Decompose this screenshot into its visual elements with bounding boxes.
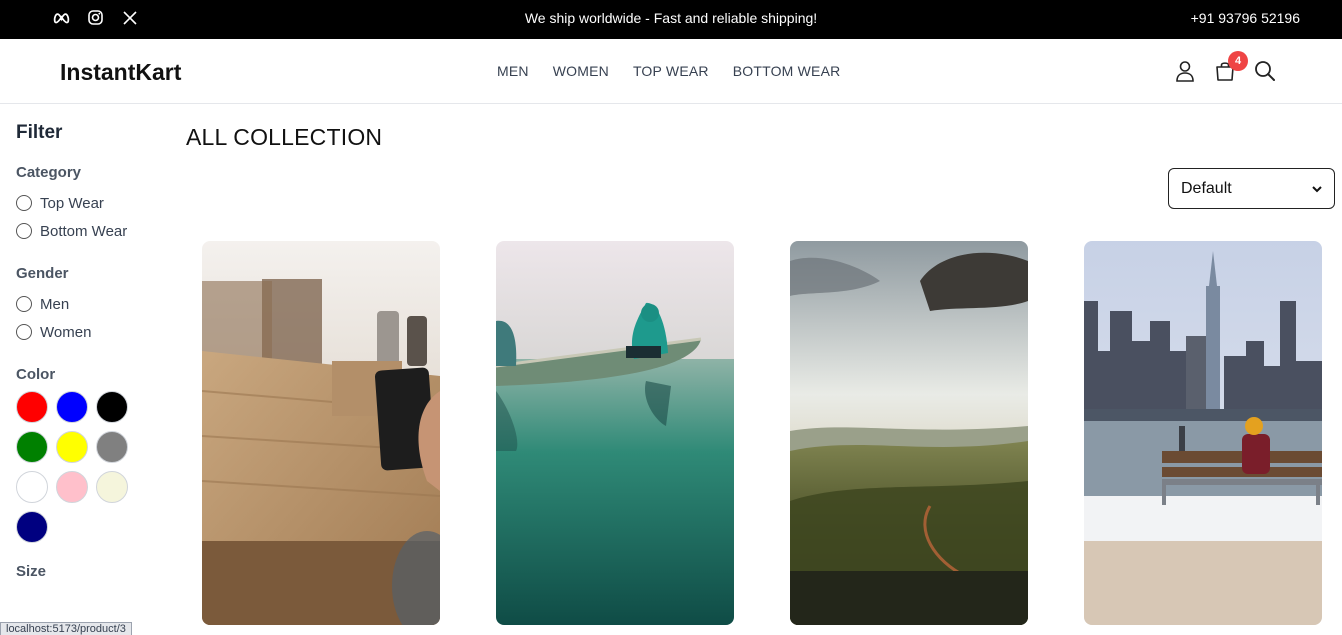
option-label: Bottom Wear xyxy=(40,222,128,240)
category-filter: Category Top Wear Bottom Wear xyxy=(16,164,166,245)
brand-logo[interactable]: InstantKart xyxy=(60,59,181,86)
color-swatch[interactable] xyxy=(16,391,48,423)
radio-button[interactable] xyxy=(16,324,32,340)
color-swatch[interactable] xyxy=(96,391,128,423)
radio-button[interactable] xyxy=(16,296,32,312)
nav-top-wear[interactable]: TOP WEAR xyxy=(633,63,709,79)
color-swatch[interactable] xyxy=(16,431,48,463)
color-swatch[interactable] xyxy=(56,431,88,463)
option-label: Women xyxy=(40,323,92,341)
product-card[interactable] xyxy=(202,241,440,625)
product-card[interactable] xyxy=(1084,241,1322,625)
nav-men[interactable]: MEN xyxy=(497,63,529,79)
nav-bottom-wear[interactable]: BOTTOM WEAR xyxy=(733,63,841,79)
sort-selected-value: Default xyxy=(1181,179,1232,197)
main-nav: MEN WOMEN TOP WEAR BOTTOM WEAR xyxy=(497,63,840,79)
color-swatch[interactable] xyxy=(96,431,128,463)
category-label: Category xyxy=(16,164,82,181)
color-swatch[interactable] xyxy=(16,471,48,503)
phone-number[interactable]: +91 93796 52196 xyxy=(1191,10,1300,26)
category-option-top-wear[interactable]: Top Wear xyxy=(16,189,166,217)
gender-option-men[interactable]: Men xyxy=(16,290,166,318)
category-option-bottom-wear[interactable]: Bottom Wear xyxy=(16,217,166,245)
gender-label: Gender xyxy=(16,265,69,282)
color-swatch[interactable] xyxy=(96,471,128,503)
product-card[interactable] xyxy=(790,241,1028,625)
product-card[interactable] xyxy=(496,241,734,625)
shipping-promo: We ship worldwide - Fast and reliable sh… xyxy=(524,10,818,26)
search-icon[interactable] xyxy=(1254,59,1276,83)
site-header: InstantKart MEN WOMEN TOP WEAR BOTTOM WE… xyxy=(0,39,1342,104)
phone-on-table-image xyxy=(202,241,440,625)
color-swatches xyxy=(16,391,166,543)
cart-count-badge: 4 xyxy=(1228,51,1248,71)
user-icon[interactable] xyxy=(1174,59,1196,83)
status-bar-url: localhost:5173/product/3 xyxy=(0,622,132,635)
nav-women[interactable]: WOMEN xyxy=(553,63,609,79)
color-swatch[interactable] xyxy=(16,511,48,543)
product-grid xyxy=(202,241,1322,625)
announcement-bar: We ship worldwide - Fast and reliable sh… xyxy=(0,0,1342,39)
city-skyline-bench-image xyxy=(1084,241,1322,625)
color-swatch[interactable] xyxy=(56,471,88,503)
option-label: Men xyxy=(40,295,70,313)
radio-button[interactable] xyxy=(16,223,32,239)
gender-option-women[interactable]: Women xyxy=(16,318,166,346)
sort-select[interactable]: Default xyxy=(1168,168,1335,209)
gender-filter: Gender Men Women xyxy=(16,265,166,346)
canoe-on-lake-image xyxy=(496,241,734,625)
color-label: Color xyxy=(16,366,56,383)
option-label: Top Wear xyxy=(40,194,104,212)
filter-title: Filter xyxy=(16,122,63,143)
radio-button[interactable] xyxy=(16,195,32,211)
page-title: ALL COLLECTION xyxy=(186,124,383,150)
cart-icon[interactable]: 4 xyxy=(1214,51,1248,83)
valley-landscape-image xyxy=(790,241,1028,625)
size-label: Size xyxy=(16,563,47,580)
color-filter: Color xyxy=(16,366,166,543)
chevron-down-icon xyxy=(1312,180,1322,198)
header-actions: 4 xyxy=(1174,51,1276,83)
color-swatch[interactable] xyxy=(56,391,88,423)
filter-sidebar: Filter Category Top Wear Bottom Wear Gen… xyxy=(16,122,166,600)
size-filter: Size xyxy=(16,563,166,580)
